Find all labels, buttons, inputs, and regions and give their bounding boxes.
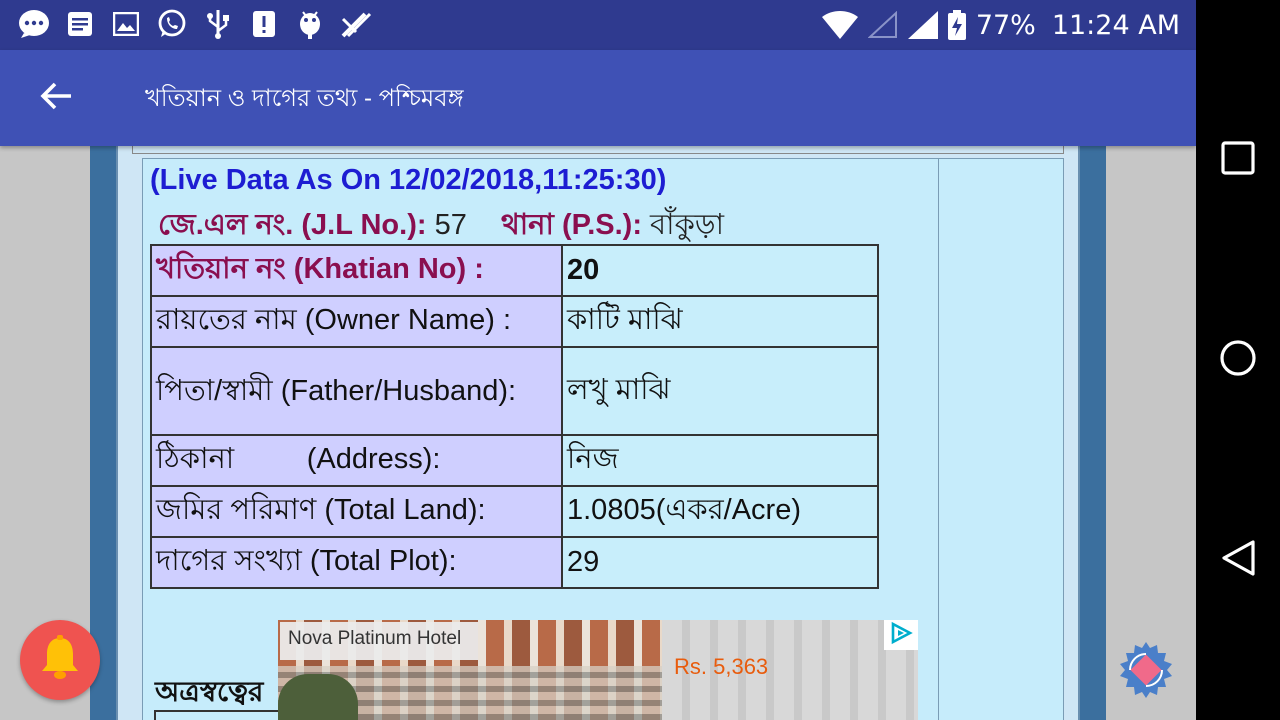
clock: 11:24 AM <box>1051 9 1180 41</box>
panel-divider <box>938 158 939 720</box>
notification-bell-button[interactable] <box>20 620 100 700</box>
ad-choices-button[interactable] <box>884 620 918 650</box>
khatian-value: 20 <box>561 244 879 297</box>
ps-label: থানা (P.S.): <box>500 209 642 241</box>
father-husband-label: পিতা/স্বামী (Father/Husband): <box>150 346 563 436</box>
navigation-bar <box>1196 0 1280 720</box>
table-row: দাগের সংখ্যা (Total Plot): 29 <box>150 536 879 589</box>
app-toolbar: খতিয়ান ও দাগের তথ্য - পশ্চিমবঙ্গ <box>0 50 1196 146</box>
table-row: রায়তের নাম (Owner Name) : কাটি মাঝি <box>150 295 879 348</box>
recents-button[interactable] <box>1210 132 1266 188</box>
bell-icon <box>38 635 82 685</box>
table-row: ঠিকানা (Address): নিজ <box>150 434 879 487</box>
home-button[interactable] <box>1210 332 1266 388</box>
total-land-value: 1.0805(একর/Acre) <box>561 485 879 538</box>
tools-icon <box>340 8 372 40</box>
webview-content[interactable]: (Live Data As On 12/02/2018,11:25:30) জে… <box>0 146 1196 720</box>
back-nav-button[interactable] <box>1210 532 1266 588</box>
signal-empty-icon <box>867 11 898 39</box>
ad-photo-tree <box>278 674 358 720</box>
address-value: নিজ <box>561 434 879 487</box>
ps-value: বাঁকুড়া <box>650 209 724 241</box>
previous-section-edge <box>132 146 1064 154</box>
live-data-timestamp: (Live Data As On 12/02/2018,11:25:30) <box>150 164 667 196</box>
table-row: জমির পরিমাণ (Total Land): 1.0805(একর/Acr… <box>150 485 879 538</box>
owner-name-label: রায়তের নাম (Owner Name) : <box>150 295 563 348</box>
khatian-label: খতিয়ান নং (Khatian No) : <box>150 244 563 297</box>
table-row: পিতা/স্বামী (Father/Husband): লখু মাঝি <box>150 346 879 436</box>
father-husband-value: লখু মাঝি <box>561 346 879 436</box>
wifi-icon <box>821 11 858 39</box>
khatian-info-table: খতিয়ান নং (Khatian No) : 20 রায়তের নাম… <box>150 244 879 589</box>
back-button[interactable] <box>28 74 84 122</box>
ad-banner[interactable]: Nova Platinum Hotel Rs. 5,363 <box>278 620 918 720</box>
signal-icon <box>907 11 938 39</box>
rotate-screen-button[interactable] <box>1116 640 1176 700</box>
alert-icon <box>248 8 280 40</box>
jl-label: জে.এল নং. (J.L No.): <box>158 209 427 241</box>
total-plot-label: দাগের সংখ্যা (Total Plot): <box>150 536 563 589</box>
jl-value: 57 <box>434 209 467 241</box>
address-label: ঠিকানা (Address): <box>150 434 563 487</box>
sub-table-edge <box>154 710 284 720</box>
usb-icon <box>202 8 234 40</box>
whatsapp-icon <box>156 8 188 40</box>
page-title: খতিয়ান ও দাগের তথ্য - পশ্চিমবঙ্গ <box>145 85 464 112</box>
battery-percent: 77% <box>975 9 1036 41</box>
table-row: খতিয়ান নং (Khatian No) : 20 <box>150 244 879 297</box>
total-plot-value: 29 <box>561 536 879 589</box>
ad-title[interactable]: Nova Platinum Hotel <box>280 622 478 660</box>
image-icon <box>110 8 142 40</box>
arrow-left-icon <box>39 81 73 115</box>
owner-name-value: কাটি মাঝি <box>561 295 879 348</box>
ad-price[interactable]: Rs. 5,363 <box>674 654 768 680</box>
circle-icon <box>1219 339 1257 381</box>
ad-choices-icon <box>889 621 913 649</box>
android-debug-icon <box>294 8 326 40</box>
screen-rotation-icon <box>1116 642 1176 704</box>
battery-charging-icon <box>947 10 966 40</box>
triangle-back-icon <box>1220 539 1256 581</box>
document-icon <box>64 8 96 40</box>
square-icon <box>1221 141 1255 179</box>
status-bar: 77% 11:24 AM <box>0 0 1196 50</box>
message-icon <box>18 8 50 40</box>
notification-icons <box>18 8 372 40</box>
total-land-label: জমির পরিমাণ (Total Land): <box>150 485 563 538</box>
